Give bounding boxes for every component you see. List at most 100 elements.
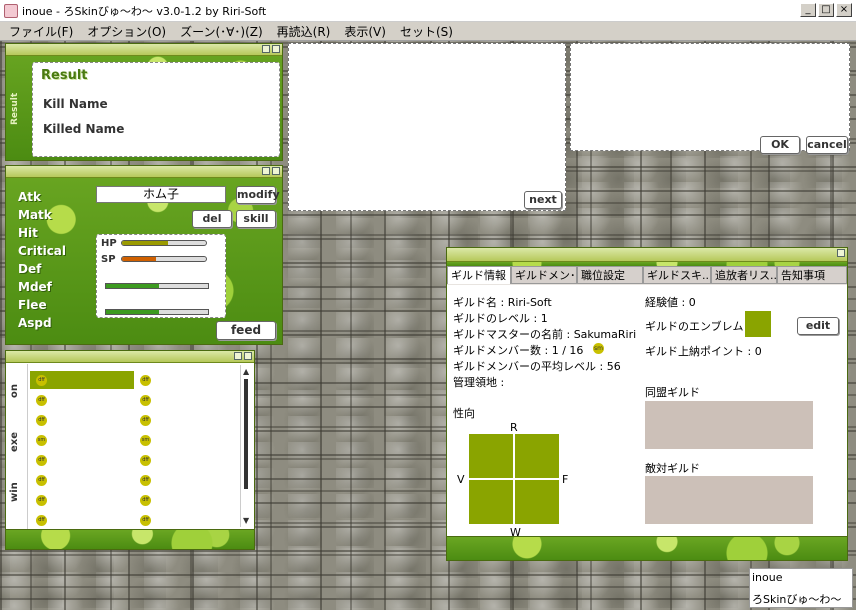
next-button[interactable]: next <box>524 191 562 209</box>
gauge-bar-4-fill <box>106 310 160 314</box>
scroll-up-icon[interactable]: ▲ <box>243 367 249 376</box>
guild-exp: 経験値 : 0 <box>645 296 696 309</box>
allied-guild-label: 同盟ギルド <box>645 386 700 399</box>
list-tabs: on exe win <box>6 364 28 529</box>
menu-file[interactable]: ファイル(F) <box>2 23 80 40</box>
edit-button[interactable]: edit <box>797 317 839 335</box>
tab-exe[interactable]: exe <box>9 422 23 452</box>
gauge-bar-3-fill <box>106 284 160 288</box>
skill-button[interactable]: skill <box>236 210 276 228</box>
tab-position-settings[interactable]: 職位設定 <box>577 266 643 284</box>
ok-button[interactable]: OK <box>760 136 800 154</box>
feed-button[interactable]: feed <box>216 321 276 340</box>
kill-name-label: Kill Name <box>43 97 108 111</box>
guild-tax-points: ギルド上納ポイント : 0 <box>645 345 762 358</box>
tab-guild-info[interactable]: ギルド情報 <box>447 266 511 284</box>
guild-average-level: ギルドメンバーの平均レベル : 56 <box>453 360 621 373</box>
list-scrollbar[interactable]: ▲ ▼ <box>240 365 252 527</box>
del-button[interactable]: del <box>192 210 232 228</box>
tab-expelled-list[interactable]: 追放者リス.. <box>711 266 777 284</box>
list-item-icon[interactable]: dff <box>36 475 47 486</box>
list-item-icon[interactable]: dff <box>36 395 47 406</box>
menu-bar: ファイル(F) オプション(O) ズーン(･∀･)(Z) 再読込(R) 表示(V… <box>0 22 856 41</box>
panel-close-icon[interactable] <box>272 167 280 175</box>
maximize-button[interactable]: □ <box>818 3 834 17</box>
menu-set[interactable]: セット(S) <box>393 23 460 40</box>
panel-minimize-icon[interactable] <box>262 45 270 53</box>
window-title: inoue - ろSkinびゅ〜わ〜 v3.0-1.2 by Riri-Soft <box>22 4 267 18</box>
gauge-bar-4 <box>105 309 209 315</box>
guild-level: ギルドのレベル : 1 <box>453 312 548 325</box>
character-name: inoue <box>752 571 783 584</box>
list-item-icon[interactable]: dff <box>140 375 151 386</box>
hostile-guild-box[interactable] <box>645 476 813 524</box>
scroll-down-icon[interactable]: ▼ <box>243 516 249 525</box>
hp-label: HP <box>101 238 117 249</box>
homunculus-name-field[interactable]: ホム子 <box>96 186 226 203</box>
list-item-icon[interactable]: dff <box>36 415 47 426</box>
panel-close-icon[interactable] <box>272 45 280 53</box>
scroll-thumb[interactable] <box>244 379 248 489</box>
tab-guild-skills[interactable]: ギルドスキ.. <box>643 266 711 284</box>
stat-atk: Atk <box>18 190 42 204</box>
guild-window: ギルド情報 ギルドメン･.. 職位設定 ギルドスキ.. 追放者リス.. 告知事項… <box>446 247 848 561</box>
window-titlebar: inoue - ろSkinびゅ〜わ〜 v3.0-1.2 by Riri-Soft… <box>0 0 856 22</box>
list-item-icon[interactable]: sm <box>36 435 47 446</box>
minimize-button[interactable]: _ <box>800 3 816 17</box>
chat-window: next <box>288 43 566 211</box>
result-box: Result Kill Name Killed Name <box>32 62 280 157</box>
guild-footer <box>447 536 847 560</box>
tendency-grid <box>469 434 559 524</box>
cancel-button[interactable]: cancel <box>806 136 848 154</box>
list-item-icon[interactable]: dff <box>36 495 47 506</box>
modify-button[interactable]: modify <box>236 186 280 204</box>
guild-header <box>447 248 847 262</box>
stat-aspd: Aspd <box>18 316 52 330</box>
tab-guild-members[interactable]: ギルドメン･.. <box>511 266 577 284</box>
allied-guild-box[interactable] <box>645 401 813 449</box>
status-panel: Atk Matk Hit Critical Def Mdef Flee Aspd… <box>5 165 283 345</box>
list-item-icon[interactable]: dff <box>36 375 47 386</box>
stat-hit: Hit <box>18 226 38 240</box>
result-panel: Result Result Kill Name Killed Name <box>5 43 283 161</box>
guild-tendency-label: 性向 <box>453 407 475 420</box>
list-item-icon[interactable]: dff <box>36 515 47 526</box>
panel-minimize-icon[interactable] <box>234 352 242 360</box>
axis-left-label: V <box>457 473 465 486</box>
list-item-icon[interactable]: dff <box>140 475 151 486</box>
tab-on[interactable]: on <box>9 374 23 398</box>
list-item-icon[interactable]: sm <box>140 435 151 446</box>
menu-view[interactable]: 表示(V) <box>337 23 393 40</box>
guild-emblem-label: ギルドのエンブレム <box>645 320 744 333</box>
list-item-icon[interactable]: dff <box>140 515 151 526</box>
list-item-icon[interactable]: dff <box>36 455 47 466</box>
dialog-window <box>570 43 850 151</box>
list-panel: on exe win dff dff dff dff dff dff sm sm dff dff d… <box>5 350 255 550</box>
gauge-bar-3 <box>105 283 209 289</box>
panel-close-icon[interactable] <box>244 352 252 360</box>
hostile-guild-label: 敵対ギルド <box>645 462 700 475</box>
panel-minimize-icon[interactable] <box>262 167 270 175</box>
stat-mdef: Mdef <box>18 280 52 294</box>
guild-emblem[interactable] <box>745 311 771 337</box>
sp-label: SP <box>101 254 116 265</box>
close-button[interactable]: × <box>836 3 852 17</box>
list-item-icon[interactable]: dff <box>140 495 151 506</box>
list-item-icon[interactable]: dff <box>140 395 151 406</box>
panel-header <box>6 44 282 56</box>
app-icon <box>4 3 18 18</box>
list-footer <box>6 529 254 549</box>
guild-territory: 管理領地 : <box>453 376 505 389</box>
panel-close-icon[interactable] <box>837 249 845 257</box>
killed-name-label: Killed Name <box>43 122 125 136</box>
tab-notice[interactable]: 告知事項 <box>777 266 847 284</box>
menu-option[interactable]: オプション(O) <box>80 23 173 40</box>
member-icon[interactable]: sm <box>593 343 604 354</box>
guild-members-count: ギルドメンバー数 : 1 / 16 <box>453 344 584 357</box>
menu-zoom[interactable]: ズーン(･∀･)(Z) <box>173 23 270 40</box>
list-item-icon[interactable]: dff <box>140 415 151 426</box>
tab-win[interactable]: win <box>9 472 23 502</box>
list-item-icon[interactable]: dff <box>140 455 151 466</box>
stat-flee: Flee <box>18 298 47 312</box>
menu-reload[interactable]: 再読込(R) <box>270 23 338 40</box>
